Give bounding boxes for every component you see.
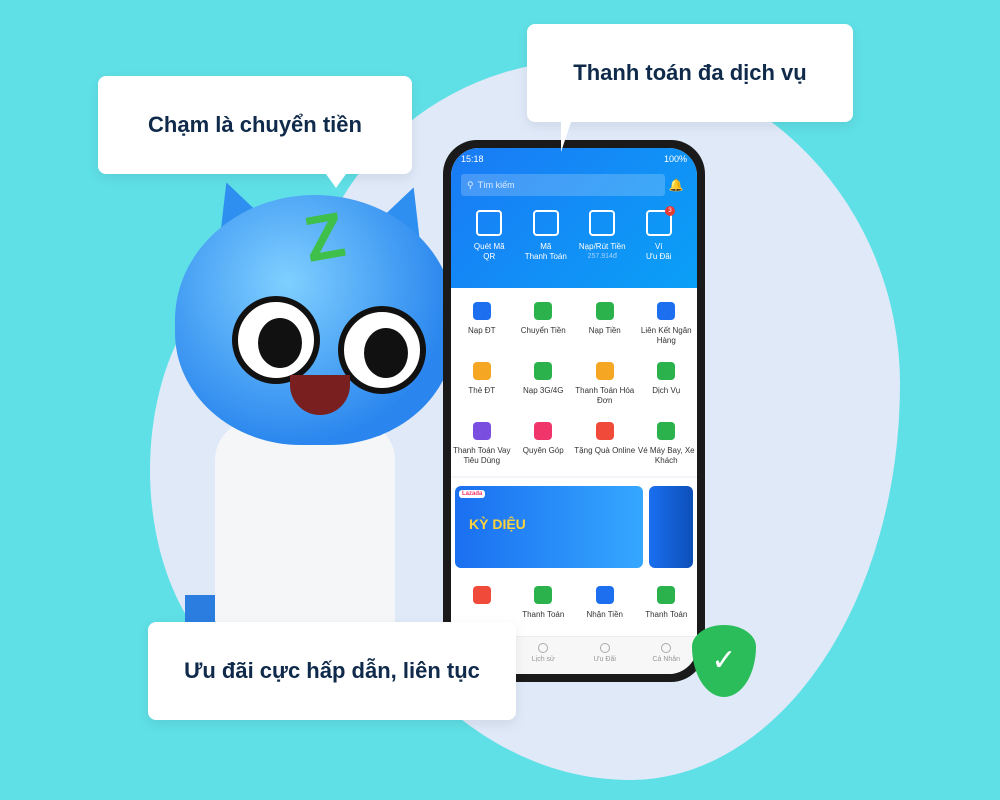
service-label: Thanh Toán Vay Tiêu Dùng [452, 446, 511, 465]
quick-action-label: Ưu Đãi [645, 252, 672, 261]
wallet-icon [589, 210, 616, 236]
service-icon [595, 362, 614, 380]
search-icon: ⚲ [467, 179, 474, 190]
qr-code-icon [532, 210, 559, 236]
user-icon [661, 643, 672, 653]
bell-icon[interactable]: 🔔 [665, 178, 687, 192]
service-item[interactable]: Thẻ ĐT [451, 362, 513, 406]
nav-label: Lịch sử [531, 656, 555, 663]
service-icon [595, 586, 614, 604]
service-icon [657, 586, 676, 604]
service-item[interactable]: Nhận Tiền [574, 586, 636, 636]
status-time: 15:18 [461, 154, 484, 164]
service-label: Quyên Góp [522, 446, 564, 455]
nav-label: Ưu Đãi [593, 656, 616, 663]
service-item[interactable]: Thanh Toán [636, 586, 698, 636]
service-item[interactable]: Thanh Toán [513, 586, 575, 636]
service-icon [595, 302, 614, 320]
service-item[interactable]: Chuyển Tiền [513, 302, 575, 346]
lazada-logo: Lazada [459, 490, 486, 498]
service-item[interactable]: Nạp ĐT [451, 302, 513, 346]
callout-transfer: Chạm là chuyển tiền [98, 76, 412, 188]
quick-action-label: Mã [540, 242, 552, 251]
notification-badge: 3 [665, 206, 675, 216]
service-label: Vé Máy Bay, Xe Khách [637, 446, 695, 465]
quick-action-topup-withdraw[interactable]: Nạp/Rút Tiền 257.914đ [574, 210, 631, 262]
service-item[interactable]: Vé Máy Bay, Xe Khách [636, 422, 698, 466]
search-placeholder: Tìm kiếm [477, 180, 515, 190]
status-battery: 100% [663, 154, 687, 164]
service-icon [595, 422, 614, 440]
service-label: Thẻ ĐT [468, 386, 496, 395]
service-item[interactable]: Nạp Tiền [574, 302, 636, 346]
service-icon [534, 586, 553, 604]
quick-action-label: Ví [654, 242, 663, 251]
mascot-eye [232, 296, 320, 384]
service-item[interactable]: Tặng Quà Online [574, 422, 636, 466]
quick-actions: Quét Mã QR Mã Thanh Toán Nạp/Rút Tiền 257.9… [461, 206, 688, 262]
callout-text: Chạm là chuyển tiền [148, 112, 362, 137]
service-item[interactable]: Quyên Góp [513, 422, 575, 466]
phone-screen: 15:18 100% ⚲ Tìm kiếm 🔔 Quét Mã QR Mã Thanh… [451, 148, 697, 674]
callout-text: Thanh toán đa dịch vụ [573, 60, 807, 85]
service-icon [472, 586, 491, 604]
phone-mockup: 15:18 100% ⚲ Tìm kiếm 🔔 Quét Mã QR Mã Thanh… [443, 140, 705, 682]
service-item[interactable]: Nạp 3G/4G [513, 362, 575, 406]
service-item[interactable]: Thanh Toán Vay Tiêu Dùng [451, 422, 513, 466]
service-item[interactable]: Thanh Toán Hóa Đơn [574, 362, 636, 406]
gift-icon [599, 643, 610, 653]
service-label: Chuyển Tiền [520, 326, 566, 335]
app-header: 15:18 100% ⚲ Tìm kiếm 🔔 Quét Mã QR Mã Thanh… [451, 148, 697, 288]
service-icon [534, 362, 553, 380]
service-label: Thanh Toán Hóa Đơn [575, 386, 635, 405]
quick-action-label: QR [483, 252, 496, 261]
service-label: Nạp ĐT [467, 326, 496, 335]
clock-icon [538, 643, 549, 653]
quick-action-payment-code[interactable]: Mã Thanh Toán [518, 210, 575, 262]
service-item[interactable]: Liên Kết Ngân Hàng [636, 302, 698, 346]
service-icon [534, 302, 553, 320]
quick-action-label: Quét Mã [473, 242, 505, 251]
service-icon [472, 422, 491, 440]
callout-offers: Ưu đãi cực hấp dẫn, liên tục [148, 622, 516, 720]
wallet-balance: 257.914đ [587, 253, 617, 260]
quick-action-voucher-wallet[interactable]: 3 Ví Ưu Đãi [631, 206, 688, 262]
service-label: Thanh Toán [645, 610, 688, 619]
nav-profile[interactable]: Cá Nhân [636, 637, 698, 674]
service-icon [657, 302, 676, 320]
quick-action-label: Thanh Toán [524, 252, 567, 261]
mascot-shirt [215, 420, 395, 630]
service-item[interactable]: Dịch Vụ [636, 362, 698, 406]
service-label: Nạp Tiền [588, 326, 621, 335]
promo-banner-lazada[interactable]: Lazada KỲ DIỆU [455, 486, 643, 568]
service-icon [472, 362, 491, 380]
promo-banner[interactable] [649, 486, 693, 568]
service-icon [472, 302, 491, 320]
service-icon [657, 362, 676, 380]
nav-label: Cá Nhân [652, 656, 681, 663]
services-grid: Nạp ĐT Chuyển Tiền Nạp Tiền Liên Kết Ngân H… [451, 288, 697, 476]
search-input[interactable]: ⚲ Tìm kiếm [461, 174, 665, 196]
service-icon [657, 422, 676, 440]
nav-offers[interactable]: Ưu Đãi [574, 637, 636, 674]
service-label: Nhận Tiền [586, 610, 623, 619]
service-label: Thanh Toán [522, 610, 565, 619]
service-icon [534, 422, 553, 440]
quick-action-scan-qr[interactable]: Quét Mã QR [461, 210, 518, 262]
callout-payments: Thanh toán đa dịch vụ [527, 24, 853, 152]
nav-history[interactable]: Lịch sử [513, 637, 575, 674]
callout-text: Ưu đãi cực hấp dẫn, liên tục [184, 658, 480, 683]
banner-headline: KỲ DIỆU [469, 516, 526, 532]
quick-action-label: Nạp/Rút Tiền [578, 242, 626, 251]
mascot-eye [338, 306, 426, 394]
service-label: Dịch Vụ [652, 386, 681, 395]
qr-scan-icon [476, 210, 503, 236]
service-label: Tặng Quà Online [574, 446, 636, 455]
service-label: Liên Kết Ngân Hàng [640, 326, 692, 345]
promo-banners: Lazada KỲ DIỆU [451, 478, 697, 576]
status-bar: 15:18 100% [461, 148, 687, 164]
service-label: Nạp 3G/4G [523, 386, 564, 395]
